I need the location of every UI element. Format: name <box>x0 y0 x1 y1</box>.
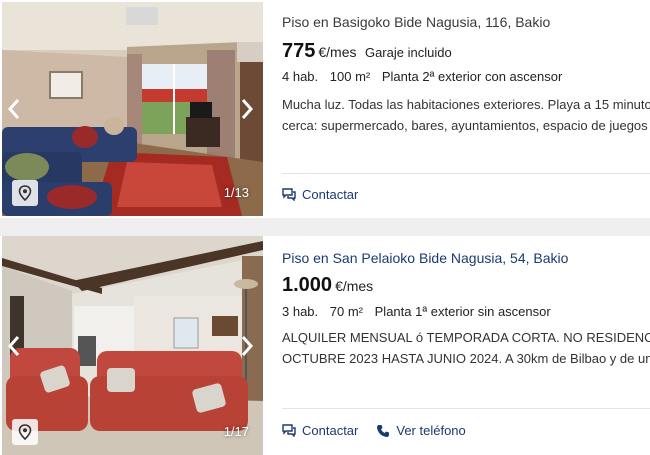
listing-info: Piso en Basigoko Bide Nagusia, 116, Baki… <box>282 0 650 218</box>
price: 775 <box>282 40 316 62</box>
rooms: 3 hab. <box>282 304 319 319</box>
photo-counter: 1/17 <box>223 424 249 439</box>
listing-card[interactable]: 1/17 Piso en San Pelaioko Bide Nagusia, … <box>0 236 650 455</box>
description-line: cerca: supermercado, bares, ayuntamiento… <box>282 118 650 133</box>
floor: Planta 2ª exterior con ascensor <box>381 69 563 84</box>
map-button[interactable] <box>12 419 38 445</box>
photo-counter: 1/13 <box>223 185 249 200</box>
floor: Planta 1ª exterior sin ascensor <box>374 304 551 319</box>
price: 1.000 <box>282 274 333 296</box>
description-line: Mucha luz. Todas las habitaciones exteri… <box>282 97 650 112</box>
actions: Contactar Ver teléfono <box>282 423 484 438</box>
description: Mucha luz. Todas las habitaciones exteri… <box>282 94 650 136</box>
description-line: OCTUBRE 2023 HASTA JUNIO 2024. A 30km de… <box>282 351 650 366</box>
price-row: 775 €/mes Garaje incluido <box>282 40 452 63</box>
listing-card[interactable]: 1/13 Piso en Basigoko Bide Nagusia, 116,… <box>0 0 650 218</box>
chat-icon <box>282 188 296 201</box>
next-photo-button[interactable] <box>235 91 259 127</box>
show-phone-button[interactable]: Ver teléfono <box>376 423 466 438</box>
divider <box>282 408 650 409</box>
chevron-right-icon <box>241 99 254 119</box>
area: 70 m² <box>329 304 364 319</box>
description-line: ALQUILER MENSUAL ó TEMPORADA CORTA. NO R… <box>282 330 650 345</box>
map-button[interactable] <box>12 180 38 206</box>
contact-button[interactable]: Contactar <box>282 187 358 202</box>
area: 100 m² <box>329 69 371 84</box>
divider <box>282 173 650 174</box>
rooms: 4 hab. <box>282 69 319 84</box>
chat-icon <box>282 424 296 437</box>
listing-title-link[interactable]: Piso en San Pelaioko Bide Nagusia, 54, B… <box>282 250 568 266</box>
listing-photo[interactable]: 1/13 <box>2 2 263 216</box>
previous-photo-button[interactable] <box>2 328 26 364</box>
parking-label: Garaje incluido <box>364 45 452 60</box>
living-room-photo <box>2 236 263 455</box>
actions: Contactar <box>282 187 376 202</box>
living-room-photo <box>2 2 263 216</box>
map-pin-icon <box>18 424 32 440</box>
map-pin-icon <box>18 185 32 201</box>
contact-label: Contactar <box>302 187 359 202</box>
chevron-left-icon <box>7 99 20 119</box>
contact-button[interactable]: Contactar <box>282 423 358 438</box>
features: 4 hab. 100 m² Planta 2ª exterior con asc… <box>282 69 570 84</box>
price-row: 1.000 €/mes <box>282 274 373 297</box>
price-unit: €/mes <box>318 44 357 60</box>
phone-label: Ver teléfono <box>396 423 466 438</box>
chevron-right-icon <box>241 335 254 356</box>
listing-photo[interactable]: 1/17 <box>2 236 263 455</box>
previous-photo-button[interactable] <box>2 91 26 127</box>
phone-icon <box>377 424 390 437</box>
listing-title-link[interactable]: Piso en Basigoko Bide Nagusia, 116, Baki… <box>282 14 550 30</box>
description: ALQUILER MENSUAL ó TEMPORADA CORTA. NO R… <box>282 327 650 369</box>
price-unit: €/mes <box>335 278 374 294</box>
features: 3 hab. 70 m² Planta 1ª exterior sin asce… <box>282 304 559 319</box>
chevron-left-icon <box>7 335 20 356</box>
next-photo-button[interactable] <box>235 328 259 364</box>
contact-label: Contactar <box>302 423 359 438</box>
